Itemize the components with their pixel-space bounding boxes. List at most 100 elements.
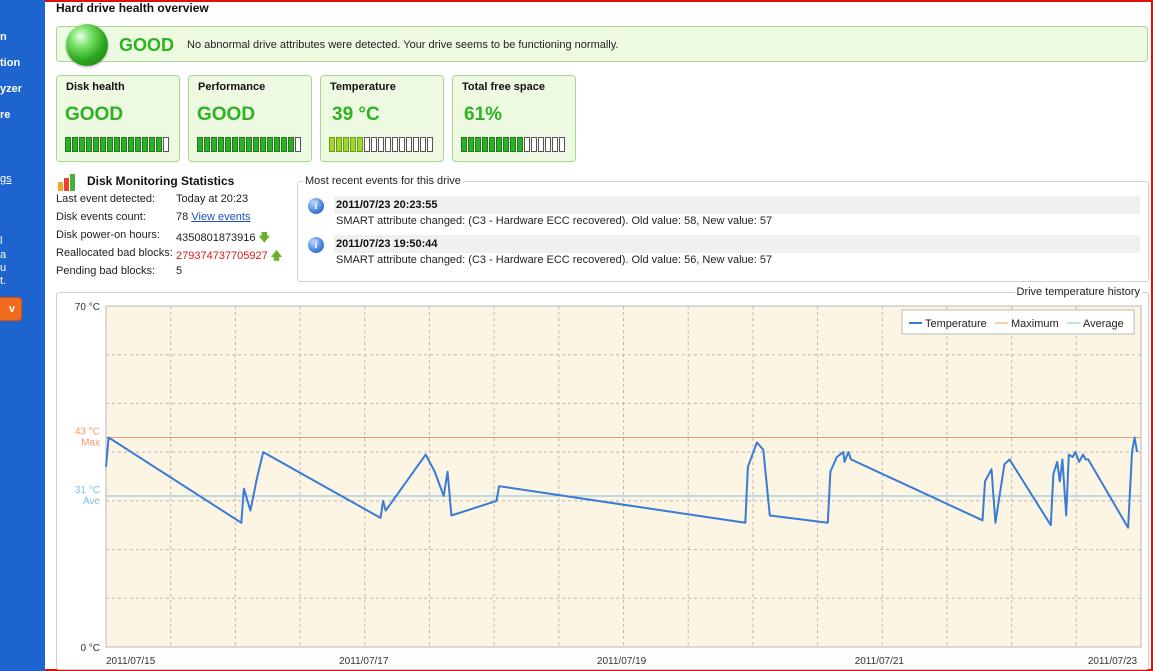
stat-value-wrap: 279374737705927 🡅 (176, 247, 282, 266)
stat-value-wrap: 78 View events (176, 211, 250, 223)
stat-label: Disk events count: (56, 211, 146, 223)
level-segment (79, 137, 85, 152)
stat-value: 279374737705927 (176, 250, 268, 262)
level-segment (253, 137, 259, 152)
level-segment (392, 137, 398, 152)
legend-label: Temperature (925, 318, 987, 330)
level-segment (246, 137, 252, 152)
sidebar-promo-line-1: l (0, 235, 3, 247)
level-segment (468, 137, 474, 152)
level-segment (149, 137, 155, 152)
level-segment (559, 137, 565, 152)
arrow-down-icon: 🡇 (258, 232, 270, 244)
card-value: 61% (464, 104, 503, 125)
card-level-bar (461, 137, 565, 152)
card-value: GOOD (65, 104, 124, 125)
level-segment (72, 137, 78, 152)
level-segment (510, 137, 516, 152)
info-icon: i (308, 198, 324, 214)
level-segment (163, 137, 169, 152)
level-segment (503, 137, 509, 152)
sidebar-item-1[interactable]: n (0, 31, 7, 43)
level-segment (378, 137, 384, 152)
card-title: Performance (198, 81, 266, 93)
level-segment (225, 137, 231, 152)
card-free-space: Total free space 61% (452, 75, 576, 162)
stat-value: 78 (176, 211, 189, 223)
average-sublabel: Ave (83, 496, 100, 507)
sidebar-item-3[interactable]: yzer (0, 83, 22, 95)
event-text: SMART attribute changed: (C3 - Hardware … (336, 215, 773, 227)
x-tick-label: 2011/07/21 (855, 656, 905, 667)
view-events-link[interactable]: View events (191, 211, 250, 223)
card-level-bar (329, 137, 433, 152)
level-segment (295, 137, 301, 152)
card-title: Total free space (462, 81, 545, 93)
event-text: SMART attribute changed: (C3 - Hardware … (336, 254, 773, 266)
sidebar: n tion yzer re gs l a u t. v (0, 0, 45, 671)
level-segment (156, 137, 162, 152)
sidebar-item-2[interactable]: tion (0, 57, 20, 69)
event-time: 2011/07/23 19:50:44 (334, 235, 1140, 253)
level-segment (336, 137, 342, 152)
level-segment (364, 137, 370, 152)
sidebar-promo-line-4: t. (0, 275, 7, 287)
status-message: No abnormal drive attributes were detect… (187, 39, 619, 51)
stat-label: Reallocated bad blocks: (56, 247, 173, 259)
level-segment (475, 137, 481, 152)
level-segment (427, 137, 433, 152)
stat-label: Disk power-on hours: (56, 229, 160, 241)
page-title: Hard drive health overview (56, 1, 209, 15)
card-title: Temperature (330, 81, 396, 93)
card-level-bar (65, 137, 169, 152)
card-disk-health: Disk health GOOD (56, 75, 180, 162)
level-segment (204, 137, 210, 152)
sidebar-link[interactable]: gs (0, 173, 12, 185)
temperature-chart: 70 °C 0 °C 43 °CMax 31 °CAve 2011/07/15 2011/… (75, 302, 1142, 667)
average-value-label: 31 °C (75, 485, 100, 496)
level-segment (232, 137, 238, 152)
legend-label: Average (1083, 318, 1124, 330)
level-segment (482, 137, 488, 152)
level-segment (371, 137, 377, 152)
stat-label: Last event detected: (56, 193, 156, 205)
level-segment (524, 137, 530, 152)
status-word: GOOD (119, 35, 175, 55)
level-segment (288, 137, 294, 152)
card-value: 39 °C (332, 104, 380, 125)
level-segment (531, 137, 537, 152)
stats-title: Disk Monitoring Statistics (87, 174, 235, 188)
level-segment (399, 137, 405, 152)
level-segment (350, 137, 356, 152)
card-title: Disk health (66, 81, 125, 93)
bar-chart-icon (58, 174, 75, 191)
stat-value: 5 (176, 265, 183, 277)
legend-label: Maximum (1011, 318, 1059, 330)
stat-label: Pending bad blocks: (56, 265, 156, 277)
arrow-up-icon: 🡅 (270, 250, 283, 262)
status-orb-icon (66, 24, 108, 66)
sidebar-promo-button[interactable]: v (0, 297, 22, 321)
y-tick-label: 70 °C (75, 302, 100, 313)
max-sublabel: Max (81, 438, 100, 449)
x-tick-label: 2011/07/17 (339, 656, 389, 667)
level-segment (93, 137, 99, 152)
level-segment (274, 137, 280, 152)
sidebar-item-4[interactable]: re (0, 109, 10, 121)
level-segment (211, 137, 217, 152)
level-segment (107, 137, 113, 152)
sidebar-promo-line-2: a (0, 249, 7, 261)
temperature-history-panel: Drive temperature history 70 °C 0 °C 43 °C… (56, 286, 1149, 670)
level-segment (343, 137, 349, 152)
stat-value: 4350801873916 (176, 232, 256, 244)
card-performance: Performance GOOD (188, 75, 312, 162)
card-level-bar (197, 137, 301, 152)
level-segment (517, 137, 523, 152)
max-value-label: 43 °C (75, 427, 100, 438)
info-icon: i (308, 237, 324, 253)
level-segment (260, 137, 266, 152)
stat-value-wrap: 4350801873916 🡇 (176, 229, 270, 248)
level-segment (121, 137, 127, 152)
level-segment (385, 137, 391, 152)
level-segment (496, 137, 502, 152)
